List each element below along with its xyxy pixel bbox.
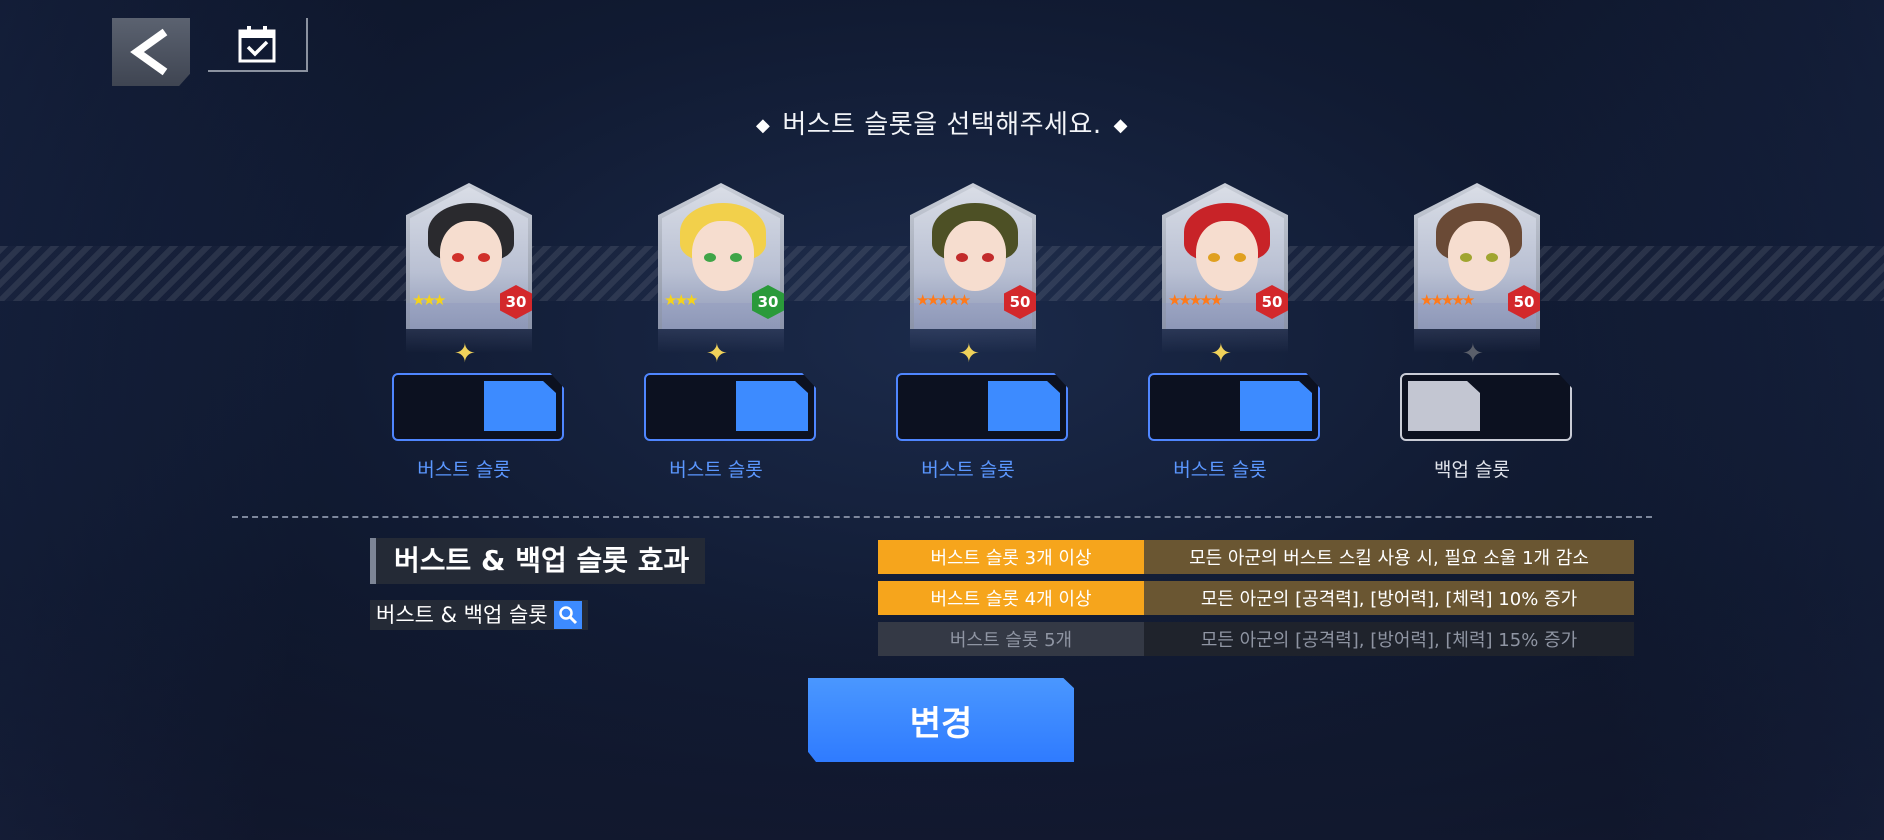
sparkle-icon: ✦ bbox=[1462, 339, 1484, 369]
chevron-left-icon bbox=[130, 28, 168, 76]
character-eye bbox=[452, 253, 464, 262]
slot-card-4[interactable]: ★★★★★ 50 ✦ 버스트 슬롯 bbox=[1120, 183, 1320, 483]
character-eye bbox=[956, 253, 968, 262]
character-eye bbox=[1234, 253, 1246, 262]
slot-toggle[interactable] bbox=[1148, 373, 1320, 441]
sparkle-icon: ✦ bbox=[958, 339, 980, 369]
diamond-icon: ◆ bbox=[1113, 115, 1129, 136]
slot-toggle[interactable] bbox=[644, 373, 816, 441]
sparkle-icon: ✦ bbox=[1210, 339, 1232, 369]
character-eye bbox=[478, 253, 490, 262]
slot-toggle[interactable] bbox=[1400, 373, 1572, 441]
effect-row: 버스트 슬롯 3개 이상 모든 아군의 버스트 스킬 사용 시, 필요 소울 1… bbox=[878, 540, 1634, 574]
sparkle-icon: ✦ bbox=[706, 339, 728, 369]
effect-table: 버스트 슬롯 3개 이상 모든 아군의 버스트 스킬 사용 시, 필요 소울 1… bbox=[878, 540, 1634, 663]
effect-description: 모든 아군의 [공격력], [방어력], [체력] 15% 증가 bbox=[1144, 622, 1634, 656]
character-face bbox=[692, 221, 754, 291]
slot-card-3[interactable]: ★★★★★ 50 ✦ 버스트 슬롯 bbox=[868, 183, 1068, 483]
effect-description: 모든 아군의 버스트 스킬 사용 시, 필요 소울 1개 감소 bbox=[1144, 540, 1634, 574]
effect-info-label: 버스트 & 백업 슬롯 bbox=[376, 603, 548, 627]
back-button[interactable] bbox=[112, 18, 190, 86]
slot-label: 버스트 슬롯 bbox=[417, 459, 511, 481]
slot-toggle-indicator bbox=[988, 381, 1060, 431]
dashed-divider bbox=[232, 516, 1652, 518]
search-icon[interactable] bbox=[553, 601, 582, 629]
slot-card-5[interactable]: ★★★★★ 50 ✦ 백업 슬롯 bbox=[1372, 183, 1572, 483]
calendar-button[interactable] bbox=[208, 18, 308, 72]
character-eye bbox=[982, 253, 994, 262]
slot-toggle-indicator bbox=[1408, 381, 1480, 431]
slot-label: 백업 슬롯 bbox=[1434, 459, 1510, 481]
change-button[interactable]: 변경 bbox=[808, 678, 1074, 762]
character-face bbox=[1448, 221, 1510, 291]
slot-toggle-indicator bbox=[736, 381, 808, 431]
character-eye bbox=[1208, 253, 1220, 262]
slot-label: 버스트 슬롯 bbox=[669, 459, 763, 481]
diamond-icon: ◆ bbox=[755, 115, 771, 136]
calendar-check-icon bbox=[238, 26, 276, 63]
page-title: ◆ 버스트 슬롯을 선택해주세요. ◆ bbox=[0, 104, 1884, 141]
rarity-stars: ★★★ bbox=[664, 291, 698, 309]
effect-condition: 버스트 슬롯 5개 bbox=[878, 622, 1144, 656]
character-eye bbox=[704, 253, 716, 262]
rarity-stars: ★★★★★ bbox=[1168, 291, 1223, 309]
effect-condition: 버스트 슬롯 4개 이상 bbox=[878, 581, 1144, 615]
effect-row: 버스트 슬롯 5개 모든 아군의 [공격력], [방어력], [체력] 15% … bbox=[878, 622, 1634, 656]
effect-condition: 버스트 슬롯 3개 이상 bbox=[878, 540, 1144, 574]
slot-toggle[interactable] bbox=[896, 373, 1068, 441]
slot-card-2[interactable]: ★★★ 30 ✦ 버스트 슬롯 bbox=[616, 183, 816, 483]
slot-label: 버스트 슬롯 bbox=[921, 459, 1015, 481]
effect-row: 버스트 슬롯 4개 이상 모든 아군의 [공격력], [방어력], [체력] 1… bbox=[878, 581, 1634, 615]
slot-toggle[interactable] bbox=[392, 373, 564, 441]
rarity-stars: ★★★ bbox=[412, 291, 446, 309]
sparkle-icon: ✦ bbox=[454, 339, 476, 369]
slot-toggle-indicator bbox=[484, 381, 556, 431]
character-eye bbox=[1486, 253, 1498, 262]
effect-info-link[interactable]: 버스트 & 백업 슬롯 bbox=[370, 600, 588, 630]
character-eye bbox=[1460, 253, 1472, 262]
effect-description: 모든 아군의 [공격력], [방어력], [체력] 10% 증가 bbox=[1144, 581, 1634, 615]
slot-toggle-indicator bbox=[1240, 381, 1312, 431]
effect-section-title: 버스트 & 백업 슬롯 효과 bbox=[370, 538, 706, 584]
slot-label: 버스트 슬롯 bbox=[1173, 459, 1267, 481]
rarity-stars: ★★★★★ bbox=[1420, 291, 1475, 309]
character-face bbox=[944, 221, 1006, 291]
slot-card-1[interactable]: ★★★ 30 ✦ 버스트 슬롯 bbox=[364, 183, 564, 483]
page-title-text: 버스트 슬롯을 선택해주세요. bbox=[782, 110, 1102, 140]
rarity-stars: ★★★★★ bbox=[916, 291, 971, 309]
character-face bbox=[440, 221, 502, 291]
character-eye bbox=[730, 253, 742, 262]
character-face bbox=[1196, 221, 1258, 291]
